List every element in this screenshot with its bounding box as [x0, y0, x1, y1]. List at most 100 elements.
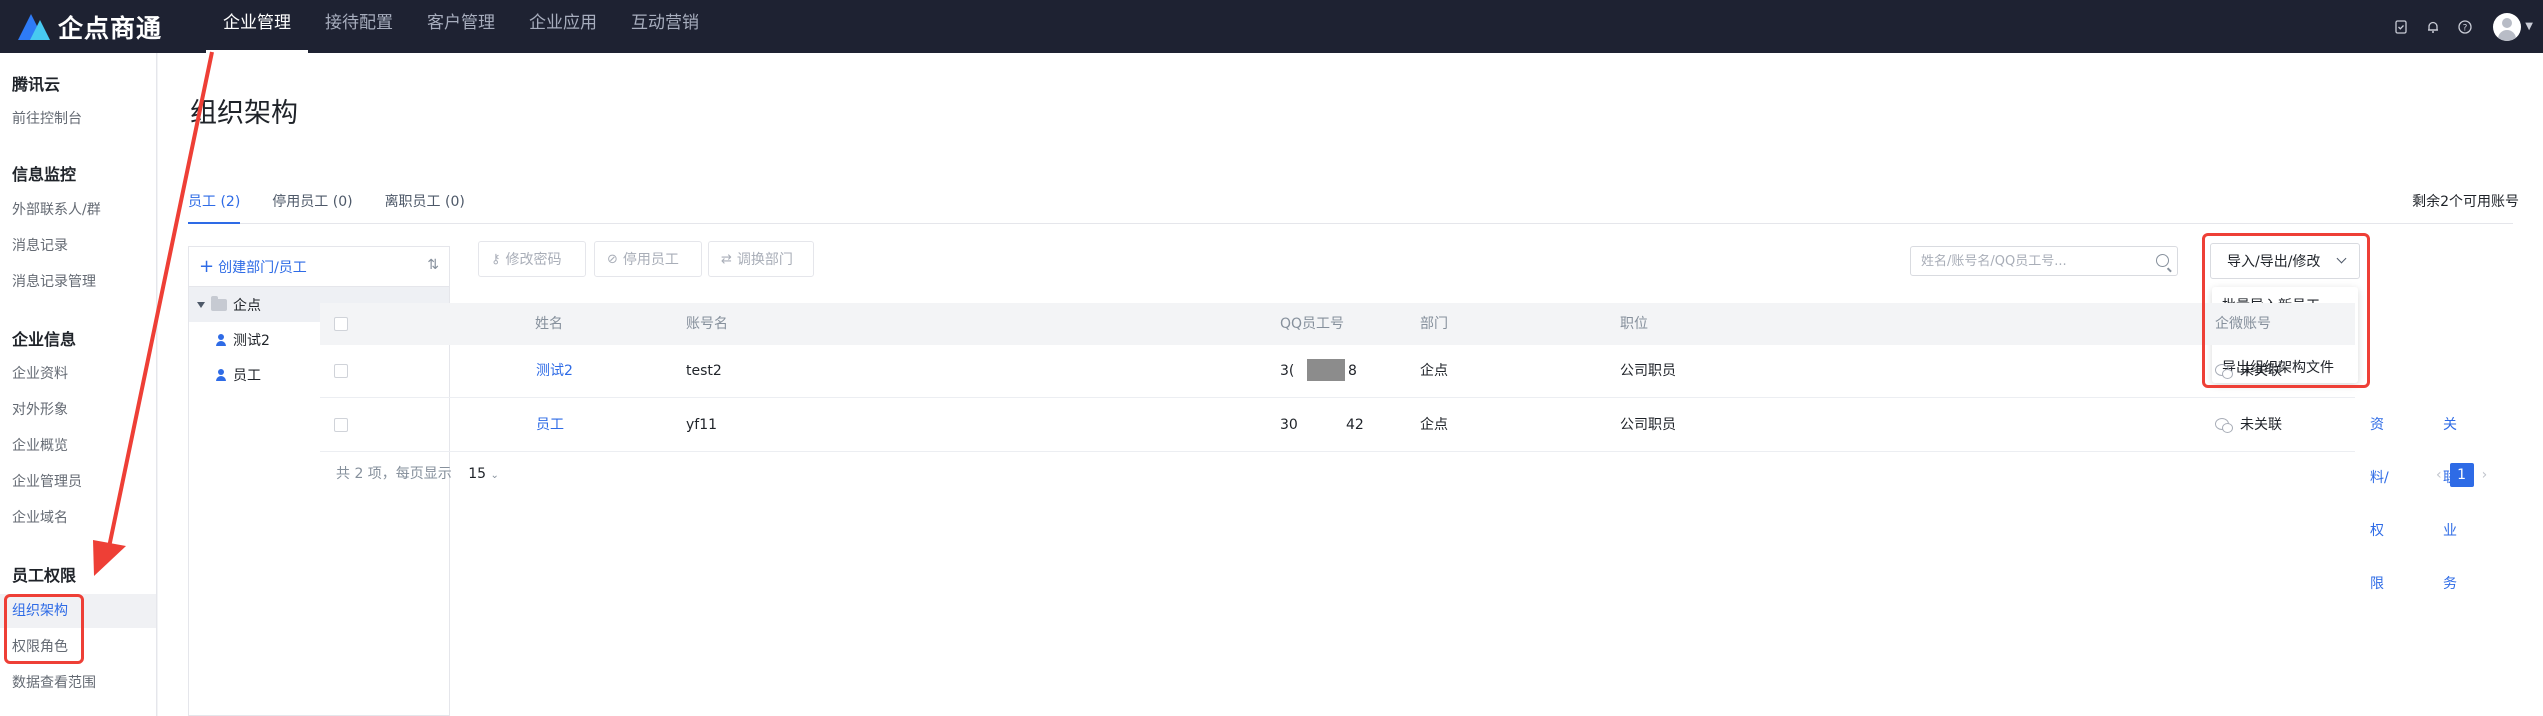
redaction-mask — [1307, 359, 1345, 381]
sidebar-item-enterprise-domain[interactable]: 企业域名 — [0, 501, 156, 535]
page-number-current[interactable]: 1 — [2449, 463, 2474, 487]
search-input[interactable] — [1921, 253, 2151, 269]
caret-down-icon[interactable] — [197, 301, 205, 308]
qq-number-prefix: 30 — [1280, 417, 1298, 433]
column-header-account: 账号名 — [686, 316, 728, 332]
sidebar-item-message-records[interactable]: 消息记录 — [0, 229, 156, 263]
key-icon: ⚷ — [491, 251, 501, 267]
tree-node-label: 测试2 — [233, 332, 270, 349]
annotation-highlight-sidebar — [4, 594, 84, 664]
tab-departed-employees[interactable]: 离职员工 (0) — [385, 180, 465, 224]
create-dept-employee-button[interactable]: + 创建部门/员工 — [199, 257, 307, 277]
table-header: 姓名 账号名 QQ员工号 部门 职位 企微账号 — [320, 303, 2355, 345]
nav-reception-config[interactable]: 接待配置 — [308, 0, 410, 53]
qq-number-suffix: 8 — [1348, 363, 1357, 379]
sidebar-group-tencent-cloud: 腾讯云 — [12, 75, 61, 94]
tree-node-label: 员工 — [233, 367, 261, 384]
department: 企点 — [1420, 417, 1448, 433]
disable-employee-label: 停用员工 — [622, 252, 679, 268]
sidebar-group-monitoring: 信息监控 — [12, 165, 77, 184]
table-row: 测试2 test2 3( 8 企点 公司职员 未关联 — [320, 345, 2355, 398]
nav-interactive-marketing[interactable]: 互动营销 — [614, 0, 716, 53]
create-dept-employee-label: 创建部门/员工 — [218, 259, 307, 276]
employee-name-link[interactable]: 员工 — [536, 399, 564, 452]
column-header-position: 职位 — [1620, 316, 1648, 332]
wecom-status-label: 未关联 — [2240, 417, 2282, 433]
transfer-dept-label: 调换部门 — [736, 252, 793, 268]
column-header-qq: QQ员工号 — [1280, 316, 1345, 332]
wecom-icon — [2215, 418, 2233, 433]
sidebar-item-data-scope[interactable]: 数据查看范围 — [0, 666, 156, 700]
link-business-link[interactable]: 关联业务 — [2443, 399, 2457, 592]
chevron-down-icon: ⌄ — [490, 470, 499, 481]
account-name: yf11 — [686, 417, 718, 433]
main-nav: 企业管理 接待配置 客户管理 企业应用 互动营销 — [206, 0, 716, 53]
position: 公司职员 — [1620, 417, 1676, 433]
swap-icon: ⇄ — [721, 251, 732, 267]
disable-employee-button[interactable]: ⊘ 停用员工 — [594, 241, 702, 277]
column-header-dept: 部门 — [1420, 316, 1448, 332]
sidebar-item-console[interactable]: 前往控制台 — [0, 102, 156, 136]
position: 公司职员 — [1620, 363, 1676, 379]
nav-enterprise-apps[interactable]: 企业应用 — [512, 0, 614, 53]
sidebar-item-enterprise-profile[interactable]: 企业资料 — [0, 357, 156, 391]
logo-mark-icon — [18, 12, 52, 42]
nav-enterprise-management[interactable]: 企业管理 — [206, 0, 308, 53]
logo-text: 企点商通 — [58, 13, 163, 43]
select-all-checkbox[interactable] — [334, 317, 348, 331]
row-checkbox[interactable] — [334, 418, 348, 432]
help-icon[interactable]: ? — [2457, 19, 2473, 35]
annotation-highlight-dropdown — [2202, 233, 2370, 388]
row-checkbox[interactable] — [334, 364, 348, 378]
tab-employees[interactable]: 员工 (2) — [188, 180, 241, 224]
plus-icon: + — [199, 255, 215, 277]
logo[interactable]: 企点商通 — [18, 9, 178, 45]
employee-name-link[interactable]: 测试2 — [536, 345, 573, 398]
next-page-icon[interactable]: › — [2482, 467, 2488, 483]
tab-disabled-employees[interactable]: 停用员工 (0) — [272, 180, 352, 224]
person-icon — [215, 368, 227, 381]
avatar-caret-icon[interactable]: ▼ — [2525, 21, 2533, 32]
total-items-label: 共 2 项，每页显示 — [336, 466, 452, 482]
tree-header: + 创建部门/员工 ⇅ — [189, 247, 449, 287]
folder-icon — [211, 295, 227, 311]
sidebar-item-external-contacts[interactable]: 外部联系人/群 — [0, 193, 156, 227]
transfer-dept-button[interactable]: ⇄ 调换部门 — [708, 241, 814, 277]
table-row: 员工 yf11 30 42 企点 公司职员 未关联 资料/权限 关联业务 — [320, 399, 2457, 592]
top-navigation-bar: 企点商通 企业管理 接待配置 客户管理 企业应用 互动营销 ? ▼ — [0, 0, 2543, 53]
wecom-status: 未关联 — [2215, 399, 2282, 452]
qq-number-prefix: 3( — [1280, 363, 1295, 379]
sidebar-group-enterprise-info: 企业信息 — [12, 330, 77, 349]
department: 企点 — [1420, 363, 1448, 379]
sidebar-item-external-image[interactable]: 对外形象 — [0, 393, 156, 427]
change-password-button[interactable]: ⚷ 修改密码 — [478, 241, 586, 277]
svg-text:?: ? — [2463, 23, 2468, 33]
column-header-name: 姓名 — [535, 316, 563, 332]
sidebar-item-enterprise-admins[interactable]: 企业管理员 — [0, 465, 156, 499]
task-icon[interactable] — [2393, 19, 2409, 35]
nav-customer-management[interactable]: 客户管理 — [410, 0, 512, 53]
person-icon — [215, 333, 227, 346]
remaining-accounts: 剩余2个可用账号 — [2412, 194, 2519, 210]
ban-icon: ⊘ — [607, 251, 618, 267]
account-name: test2 — [686, 363, 722, 379]
sidebar-item-message-record-management[interactable]: 消息记录管理 — [0, 265, 156, 299]
tree-node-label: 企点 — [233, 297, 261, 314]
sort-icon[interactable]: ⇅ — [427, 257, 439, 273]
pagination-summary: 共 2 项，每页显示 15 ⌄ — [336, 463, 499, 483]
page-size-value: 15 — [468, 466, 487, 482]
search-box — [1910, 246, 2178, 276]
staff-tabs: 员工 (2) 停用员工 (0) 离职员工 (0) — [188, 180, 2513, 224]
sidebar-item-enterprise-overview[interactable]: 企业概览 — [0, 429, 156, 463]
page-size-select[interactable]: 15 ⌄ — [468, 466, 499, 482]
prev-page-icon[interactable]: ‹ — [2436, 467, 2442, 483]
sidebar-group-staff-permissions: 员工权限 — [12, 566, 77, 585]
change-password-label: 修改密码 — [505, 252, 562, 268]
avatar[interactable] — [2493, 12, 2522, 41]
search-icon[interactable] — [2156, 254, 2169, 267]
profile-permission-link[interactable]: 资料/权限 — [2370, 399, 2389, 592]
top-icons: ? ▼ — [2385, 0, 2533, 53]
pagination: ‹ 1 › — [2428, 463, 2495, 487]
qq-number-suffix: 42 — [1346, 417, 1364, 433]
bell-icon[interactable] — [2425, 19, 2441, 35]
